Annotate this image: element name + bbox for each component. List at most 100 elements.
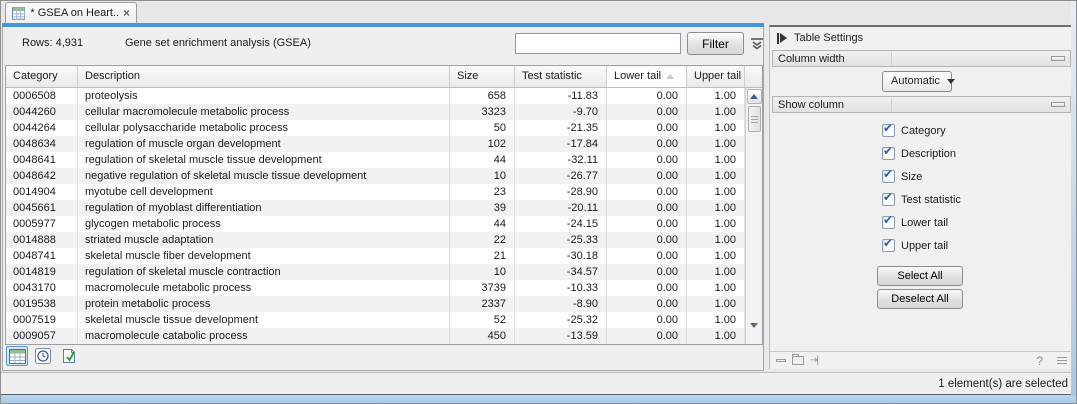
checkbox-checked-icon[interactable]: ✔ bbox=[882, 170, 895, 183]
cell-test-statistic[interactable]: -20.11 bbox=[515, 200, 607, 216]
checkbox-checked-icon[interactable]: ✔ bbox=[882, 193, 895, 206]
cell-category[interactable]: 0044264 bbox=[6, 120, 78, 136]
checkbox-checked-icon[interactable]: ✔ bbox=[882, 239, 895, 252]
cell-lower-tail[interactable]: 0.00 bbox=[607, 152, 687, 168]
tab-gsea-on-heart[interactable]: * GSEA on Heart... × bbox=[5, 2, 137, 23]
table-row[interactable]: 0044260 cellular macromolecule metabolic… bbox=[6, 104, 762, 120]
element-info-view-icon[interactable] bbox=[58, 346, 80, 366]
cell-size[interactable]: 2337 bbox=[450, 296, 515, 312]
cell-size[interactable]: 50 bbox=[450, 120, 515, 136]
cell-description[interactable]: glycogen metabolic process bbox=[78, 216, 450, 232]
cell-lower-tail[interactable]: 0.00 bbox=[607, 216, 687, 232]
cell-lower-tail[interactable]: 0.00 bbox=[607, 232, 687, 248]
cell-category[interactable]: 0048642 bbox=[6, 168, 78, 184]
cell-lower-tail[interactable]: 0.00 bbox=[607, 88, 687, 104]
cell-description[interactable]: macromolecule catabolic process bbox=[78, 328, 450, 344]
cell-description[interactable]: proteolysis bbox=[78, 88, 450, 104]
checkbox-checked-icon[interactable]: ✔ bbox=[882, 124, 895, 137]
cell-upper-tail[interactable]: 1.00 bbox=[687, 200, 745, 216]
filter-button[interactable]: Filter bbox=[687, 32, 744, 55]
cell-lower-tail[interactable]: 0.00 bbox=[607, 264, 687, 280]
column-width-dropdown[interactable]: Automatic bbox=[882, 71, 952, 92]
column-header-category[interactable]: Category bbox=[6, 66, 78, 87]
deselect-all-button[interactable]: Deselect All bbox=[877, 289, 963, 309]
collapse-panel-arrow-icon[interactable] bbox=[777, 33, 787, 44]
table-row[interactable]: 0006508 proteolysis 658 -11.83 0.00 1.00 bbox=[6, 88, 762, 104]
cell-size[interactable]: 52 bbox=[450, 312, 515, 328]
table-row[interactable]: 0014888 striated muscle adaptation 22 -2… bbox=[6, 232, 762, 248]
cell-test-statistic[interactable]: -8.90 bbox=[515, 296, 607, 312]
cell-test-statistic[interactable]: -34.57 bbox=[515, 264, 607, 280]
cell-category[interactable]: 0007519 bbox=[6, 312, 78, 328]
cell-size[interactable]: 3739 bbox=[450, 280, 515, 296]
cell-test-statistic[interactable]: -11.83 bbox=[515, 88, 607, 104]
history-view-icon[interactable] bbox=[32, 346, 54, 366]
table-row[interactable]: 0005977 glycogen metabolic process 44 -2… bbox=[6, 216, 762, 232]
collapse-section-icon[interactable] bbox=[1051, 56, 1065, 61]
cell-test-statistic[interactable]: -25.33 bbox=[515, 232, 607, 248]
table-row[interactable]: 0048634 regulation of muscle organ devel… bbox=[6, 136, 762, 152]
cell-description[interactable]: cellular polysaccharide metabolic proces… bbox=[78, 120, 450, 136]
cell-upper-tail[interactable]: 1.00 bbox=[687, 232, 745, 248]
cell-size[interactable]: 44 bbox=[450, 152, 515, 168]
cell-description[interactable]: protein metabolic process bbox=[78, 296, 450, 312]
table-row[interactable]: 0048741 skeletal muscle fiber developmen… bbox=[6, 248, 762, 264]
table-row[interactable]: 0014904 myotube cell development 23 -28.… bbox=[6, 184, 762, 200]
cell-size[interactable]: 450 bbox=[450, 328, 515, 344]
cell-lower-tail[interactable]: 0.00 bbox=[607, 200, 687, 216]
filter-search-input[interactable] bbox=[515, 33, 681, 54]
collapse-side-panel-icon[interactable] bbox=[776, 359, 786, 362]
cell-size[interactable]: 39 bbox=[450, 200, 515, 216]
cell-upper-tail[interactable]: 1.00 bbox=[687, 280, 745, 296]
column-header-lower-tail[interactable]: Lower tail bbox=[607, 66, 687, 87]
column-checkbox-row[interactable]: ✔ Category bbox=[770, 119, 1073, 142]
cell-category[interactable]: 0048641 bbox=[6, 152, 78, 168]
cell-description[interactable]: macromolecule metabolic process bbox=[78, 280, 450, 296]
tab-close-icon[interactable]: × bbox=[123, 6, 130, 20]
column-checkbox-row[interactable]: ✔ Lower tail bbox=[770, 211, 1073, 234]
cell-category[interactable]: 0045661 bbox=[6, 200, 78, 216]
cell-category[interactable]: 0006508 bbox=[6, 88, 78, 104]
column-checkbox-row[interactable]: ✔ Size bbox=[770, 165, 1073, 188]
cell-category[interactable]: 0014904 bbox=[6, 184, 78, 200]
cell-size[interactable]: 23 bbox=[450, 184, 515, 200]
scrollbar-thumb[interactable] bbox=[748, 106, 761, 132]
cell-description[interactable]: regulation of myoblast differentiation bbox=[78, 200, 450, 216]
cell-test-statistic[interactable]: -13.59 bbox=[515, 328, 607, 344]
column-header-description[interactable]: Description bbox=[78, 66, 450, 87]
cell-description[interactable]: skeletal muscle tissue development bbox=[78, 312, 450, 328]
cell-category[interactable]: 0048741 bbox=[6, 248, 78, 264]
cell-lower-tail[interactable]: 0.00 bbox=[607, 328, 687, 344]
cell-description[interactable]: striated muscle adaptation bbox=[78, 232, 450, 248]
cell-upper-tail[interactable]: 1.00 bbox=[687, 168, 745, 184]
cell-description[interactable]: negative regulation of skeletal muscle t… bbox=[78, 168, 450, 184]
cell-lower-tail[interactable]: 0.00 bbox=[607, 184, 687, 200]
cell-test-statistic[interactable]: -30.18 bbox=[515, 248, 607, 264]
dock-side-panel-icon[interactable]: ⇥| bbox=[810, 355, 817, 366]
cell-size[interactable]: 22 bbox=[450, 232, 515, 248]
help-icon[interactable]: ? bbox=[1036, 354, 1043, 368]
cell-category[interactable]: 0014819 bbox=[6, 264, 78, 280]
cell-description[interactable]: cellular macromolecule metabolic process bbox=[78, 104, 450, 120]
cell-upper-tail[interactable]: 1.00 bbox=[687, 248, 745, 264]
cell-upper-tail[interactable]: 1.00 bbox=[687, 264, 745, 280]
cell-category[interactable]: 0009057 bbox=[6, 328, 78, 344]
scroll-down-button[interactable] bbox=[750, 328, 758, 340]
cell-test-statistic[interactable]: -21.35 bbox=[515, 120, 607, 136]
cell-category[interactable]: 0043170 bbox=[6, 280, 78, 296]
table-row[interactable]: 0019538 protein metabolic process 2337 -… bbox=[6, 296, 762, 312]
cell-size[interactable]: 21 bbox=[450, 248, 515, 264]
cell-lower-tail[interactable]: 0.00 bbox=[607, 168, 687, 184]
cell-upper-tail[interactable]: 1.00 bbox=[687, 88, 745, 104]
cell-test-statistic[interactable]: -10.33 bbox=[515, 280, 607, 296]
table-row[interactable]: 0048641 regulation of skeletal muscle ti… bbox=[6, 152, 762, 168]
cell-test-statistic[interactable]: -28.90 bbox=[515, 184, 607, 200]
cell-category[interactable]: 0005977 bbox=[6, 216, 78, 232]
show-column-section-header[interactable]: Show column bbox=[772, 96, 1071, 113]
scroll-up-button[interactable] bbox=[747, 89, 762, 104]
advanced-filter-toggle-icon[interactable] bbox=[749, 35, 765, 51]
cell-lower-tail[interactable]: 0.00 bbox=[607, 248, 687, 264]
cell-size[interactable]: 10 bbox=[450, 168, 515, 184]
column-checkbox-row[interactable]: ✔ Upper tail bbox=[770, 234, 1073, 257]
cell-description[interactable]: regulation of skeletal muscle tissue dev… bbox=[78, 152, 450, 168]
